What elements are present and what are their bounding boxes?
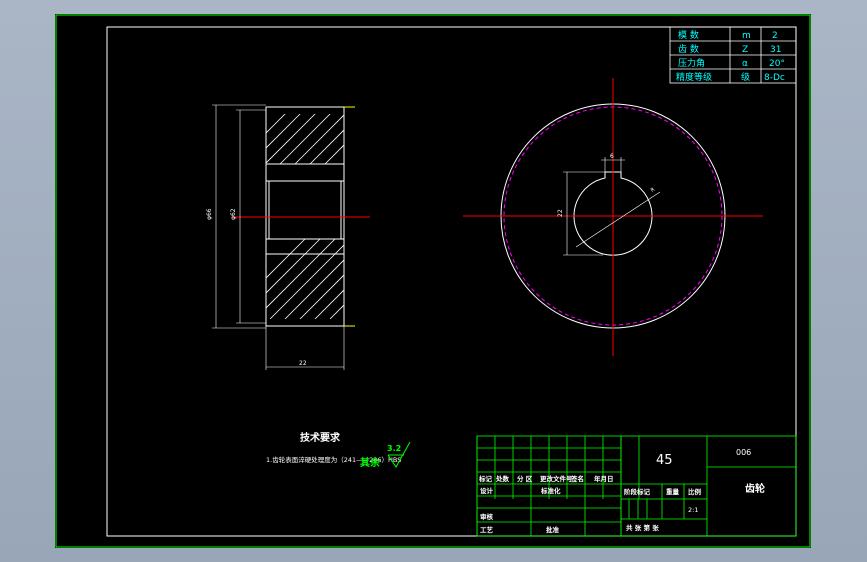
sheet-border: [55, 14, 811, 548]
tb-approve: 批准: [546, 525, 560, 534]
param-value-pressure-angle: 20°: [769, 59, 785, 69]
tech-title: 技术要求: [300, 431, 341, 444]
tb-standardize: 标准化: [540, 486, 561, 495]
hatch-lower: [266, 239, 344, 319]
param-symbol-precision: 级: [741, 71, 750, 83]
roughness-value: 3.2: [387, 444, 401, 453]
param-symbol-teeth: Z: [742, 45, 748, 55]
tb-header-count: 处数: [495, 474, 510, 483]
param-symbol-pressure-angle: α: [742, 59, 748, 69]
tech-requirements: 技术要求 1.齿轮表面淬硬处理度为（241——286）HBS 其余 3.2: [266, 431, 411, 469]
dim-face-width: 22: [299, 360, 307, 367]
tb-header-sign: 签名: [570, 474, 584, 483]
tb-header-zone: 分 区: [517, 474, 533, 483]
param-value-module: 2: [772, 31, 778, 41]
tb-ratio: 比例: [688, 487, 702, 496]
bore-outline: [268, 180, 342, 240]
tb-material: 45: [656, 453, 673, 468]
gear-drawing: 模 数 齿 数 压力角 精度等级 m Z α 级 2 31 20° 8-Dc φ…: [55, 14, 811, 548]
tb-part-name: 齿轮: [745, 482, 765, 495]
section-view: φ66 φ62 22: [206, 104, 370, 370]
roughness-label: 其余: [360, 456, 381, 469]
tb-design: 设计: [480, 486, 494, 495]
dim-outer-diameter: φ66: [206, 208, 213, 220]
dim-bore: 22: [557, 209, 564, 217]
param-value-teeth: 31: [770, 45, 781, 55]
tb-header-date: 年月日: [594, 474, 614, 483]
tb-header-mark: 标记: [478, 474, 493, 483]
param-name-precision: 精度等级: [676, 71, 712, 83]
dim-radius: R: [650, 186, 657, 193]
dim-pitch-diameter: φ62: [230, 208, 237, 220]
param-symbol-module: m: [742, 31, 751, 41]
tb-drawing-no: 006: [736, 448, 751, 457]
tb-header-change-doc: 更改文件号: [540, 474, 573, 483]
front-view: 22 6 R: [463, 78, 763, 356]
param-value-precision: 8-Dc: [764, 73, 785, 83]
radius-leader: [575, 191, 661, 248]
tb-stage-mark: 阶段标记: [624, 487, 651, 496]
tb-weight: 重量: [666, 487, 680, 496]
drawing-sheet: 模 数 齿 数 压力角 精度等级 m Z α 级 2 31 20° 8-Dc φ…: [55, 14, 811, 548]
drawing-frame: [106, 26, 797, 537]
tech-item-1: 1.齿轮表面淬硬处理度为（241——286）HBS: [266, 455, 401, 464]
tb-sheets: 共 张 第 张: [626, 523, 659, 532]
hatch-upper: [266, 114, 344, 164]
tb-scale-value: 2:1: [688, 506, 698, 514]
param-name-teeth: 齿 数: [678, 43, 699, 55]
tb-review: 审核: [480, 512, 494, 521]
dim-keyway: 6: [610, 153, 614, 160]
tb-process: 工艺: [480, 525, 494, 534]
param-name-pressure-angle: 压力角: [678, 57, 705, 69]
param-name-module: 模 数: [678, 29, 699, 41]
cad-viewport: 模 数 齿 数 压力角 精度等级 m Z α 级 2 31 20° 8-Dc φ…: [0, 0, 867, 562]
